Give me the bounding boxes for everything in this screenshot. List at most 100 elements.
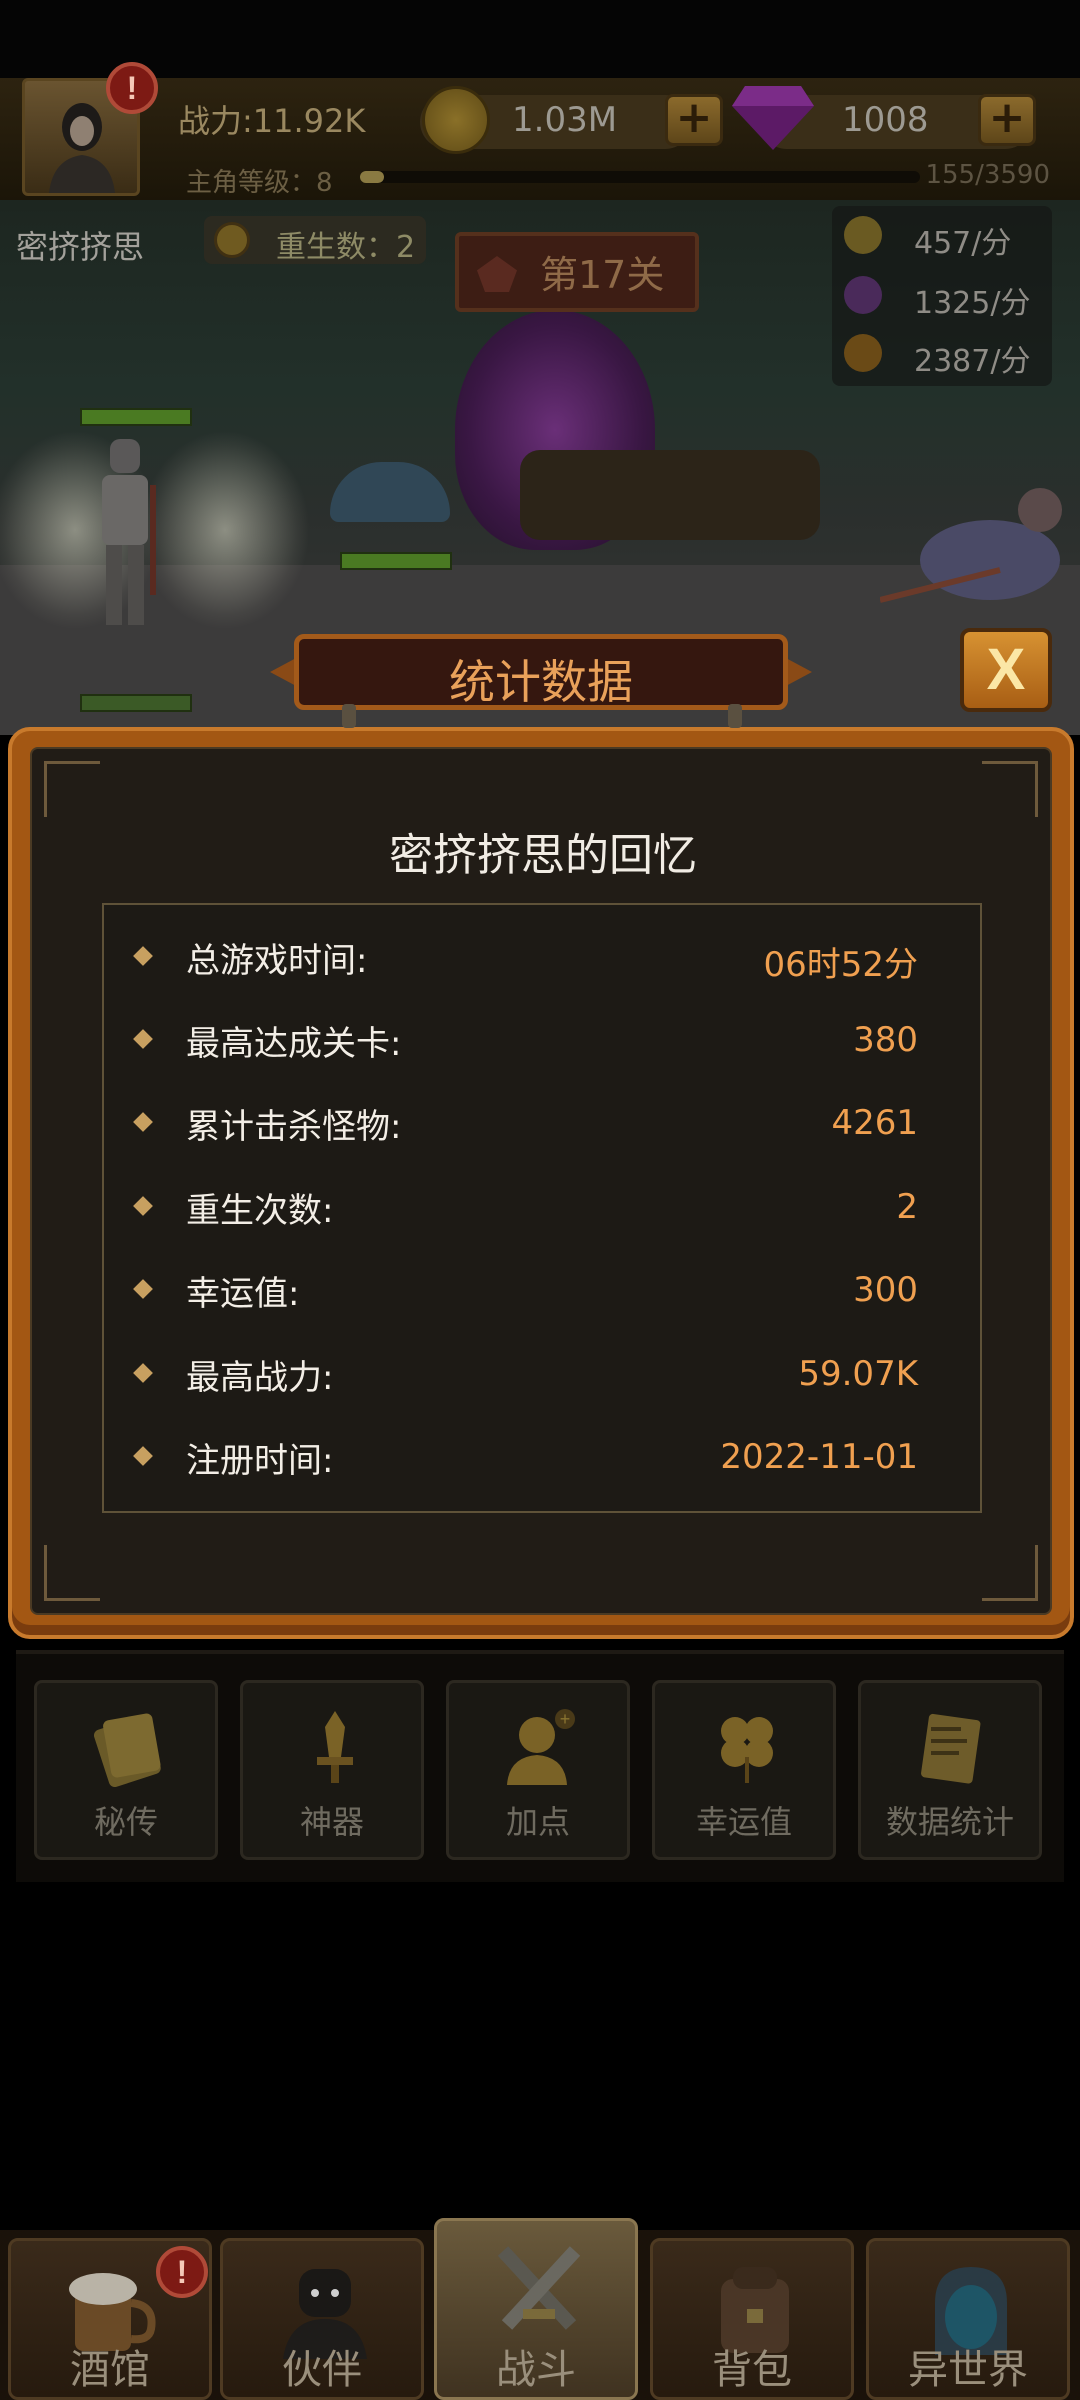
stat-value: 2 (896, 1187, 918, 1227)
stat-row: 最高达成关卡: 380 (104, 1010, 984, 1070)
ally-hp-bar (80, 694, 192, 712)
exp-rate: 1325/分 (914, 286, 1031, 321)
corner-ornament (44, 761, 100, 817)
function-label: 加点 (505, 1803, 570, 1841)
coin-amount: 1.03M (512, 100, 618, 140)
stat-row: 累计击杀怪物: 4261 (104, 1093, 984, 1153)
power-rate-icon (844, 334, 882, 372)
stat-label: 重生次数: (186, 1191, 334, 1231)
nav-companion[interactable]: 伙伴 (220, 2238, 424, 2400)
coin-icon (422, 86, 490, 154)
rebirth-icon (214, 222, 250, 258)
bullet-icon (133, 1029, 153, 1049)
stat-value: 06时52分 (763, 945, 918, 985)
function-label: 秘传 (93, 1803, 158, 1841)
nav-backpack[interactable]: 背包 (650, 2238, 854, 2400)
modal-header-title: 统计数据 (449, 655, 633, 709)
nav-battle[interactable]: 战斗 (434, 2218, 638, 2400)
hanger-peg (728, 704, 742, 728)
gold-rate-icon (844, 216, 882, 254)
modal-header: 统计数据 (270, 630, 812, 714)
corner-ornament (982, 1545, 1038, 1601)
add-point-button[interactable]: + 加点 (446, 1680, 630, 1860)
scroll-book-icon (93, 1713, 161, 1787)
avatar-alert-badge: ! (106, 62, 158, 114)
nav-label: 异世界 (908, 2347, 1028, 2393)
stat-row: 总游戏时间: 06时52分 (104, 927, 984, 987)
stat-value: 2022-11-01 (720, 1437, 918, 1477)
player-level: 主角等级：8 (186, 168, 333, 198)
crossed-swords-icon (497, 2246, 581, 2330)
tavern-alert-badge: ! (156, 2246, 208, 2298)
enemy-hp-bar (340, 552, 452, 570)
xp-progress-fill (360, 171, 385, 183)
exp-rate-icon (844, 276, 882, 314)
stats-list: 总游戏时间: 06时52分 最高达成关卡: 380 累计击杀怪物: 4261 重… (102, 903, 982, 1513)
nav-label: 战斗 (496, 2347, 576, 2393)
stat-label: 幸运值: (186, 1274, 300, 1314)
svg-text:+: + (560, 1709, 571, 1729)
xp-progress-text: 155/3590 (925, 160, 1050, 190)
add-coins-button[interactable]: + (665, 94, 723, 146)
memory-title: 密挤挤思的回忆 (389, 830, 697, 881)
statistics-paper-icon (921, 1713, 981, 1784)
hero-hp-bar (80, 408, 192, 426)
modal-body: 密挤挤思的回忆 总游戏时间: 06时52分 最高达成关卡: 380 累计击杀怪物… (30, 747, 1052, 1615)
artifact-button[interactable]: 神器 (240, 1680, 424, 1860)
nav-label: 酒馆 (70, 2347, 150, 2393)
secret-arts-button[interactable]: 秘传 (34, 1680, 218, 1860)
bullet-icon (133, 1446, 153, 1466)
power-rate: 2387/分 (914, 344, 1031, 379)
combat-power: 战力:11.92K (178, 102, 366, 140)
xp-progress-bar (360, 171, 920, 183)
corner-ornament (44, 1545, 100, 1601)
stat-label: 注册时间: (186, 1441, 334, 1481)
bullet-icon (133, 1279, 153, 1299)
status-strip (0, 0, 1080, 78)
rebirth-count: 重生数：2 (276, 230, 416, 265)
statistics-modal: 密挤挤思的回忆 总游戏时间: 06时52分 最高达成关卡: 380 累计击杀怪物… (8, 727, 1074, 1639)
bullet-icon (133, 1363, 153, 1383)
clover-icon (721, 1717, 773, 1783)
stat-label: 最高达成关卡: (186, 1024, 402, 1064)
stat-value: 59.07K (798, 1354, 918, 1394)
stat-row: 注册时间: 2022-11-01 (104, 1427, 984, 1487)
close-icon: X (986, 637, 1026, 702)
bullet-icon (133, 1112, 153, 1132)
bullet-icon (133, 946, 153, 966)
stat-label: 最高战力: (186, 1358, 334, 1398)
stat-row: 最高战力: 59.07K (104, 1344, 984, 1404)
stat-row: 重生次数: 2 (104, 1177, 984, 1237)
nav-other-world[interactable]: 异世界 (866, 2238, 1070, 2400)
stat-value: 4261 (831, 1103, 918, 1143)
stat-row: 幸运值: 300 (104, 1260, 984, 1320)
hanger-peg (342, 704, 356, 728)
stat-label: 累计击杀怪物: (186, 1107, 402, 1147)
avatar-portrait-icon (49, 103, 115, 193)
add-gems-button[interactable]: + (978, 94, 1036, 146)
function-label: 神器 (299, 1803, 364, 1841)
nav-label: 背包 (712, 2347, 792, 2393)
add-point-person-icon: + (507, 1709, 575, 1785)
data-statistics-button[interactable]: 数据统计 (858, 1680, 1042, 1860)
close-button[interactable]: X (960, 628, 1052, 712)
fallen-log (520, 450, 820, 540)
luck-button[interactable]: 幸运值 (652, 1680, 836, 1860)
monster-enemy-icon (880, 488, 1062, 603)
stage-emblem-icon (477, 256, 517, 292)
stat-value: 300 (853, 1270, 918, 1310)
mushroom (330, 462, 450, 522)
stat-label: 总游戏时间: (186, 941, 368, 981)
gem-amount: 1008 (842, 100, 929, 140)
nav-label: 伙伴 (282, 2347, 362, 2393)
sword-artifact-icon (317, 1711, 353, 1783)
stage-number: 第17关 (540, 253, 665, 297)
player-name: 密挤挤思 (16, 228, 145, 266)
knight-hero-icon (102, 439, 156, 625)
stat-value: 380 (853, 1020, 918, 1060)
function-label: 幸运值 (695, 1803, 792, 1841)
gem-icon (730, 82, 816, 156)
gold-rate: 457/分 (914, 226, 1012, 261)
corner-ornament (982, 761, 1038, 817)
bullet-icon (133, 1196, 153, 1216)
